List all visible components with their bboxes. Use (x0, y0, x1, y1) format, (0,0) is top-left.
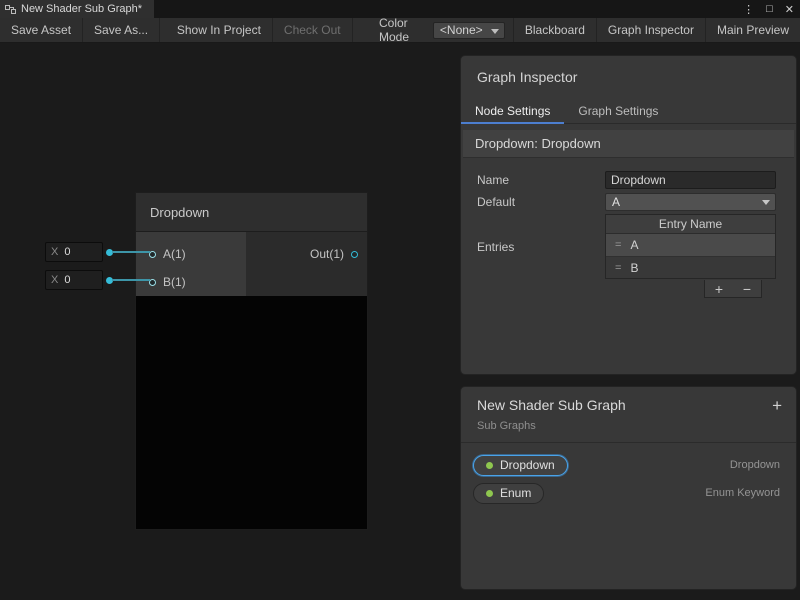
entries-footer-box: + − (704, 280, 762, 298)
property-dot-icon (486, 490, 493, 497)
maximize-icon[interactable]: □ (766, 3, 773, 15)
toolbar-right-group: Blackboard Graph Inspector Main Preview (513, 18, 800, 42)
port-label-a: A(1) (163, 247, 186, 261)
document-tab[interactable]: New Shader Sub Graph* (0, 0, 154, 18)
inspector-title: Graph Inspector (461, 56, 796, 98)
drag-handle-icon[interactable]: = (615, 262, 621, 274)
check-out-button: Check Out (273, 18, 353, 42)
node-settings-section-title: Dropdown: Dropdown (463, 130, 794, 158)
property-type: Dropdown (730, 459, 780, 471)
graph-inspector-toggle-button[interactable]: Graph Inspector (596, 18, 705, 42)
output-port[interactable]: Out(1) (310, 247, 358, 261)
input-b-value-field[interactable]: X 0 (45, 270, 103, 290)
name-field-row: Name (477, 170, 776, 190)
edge-a[interactable] (112, 251, 150, 253)
default-label: Default (477, 195, 605, 209)
property-pill-dropdown[interactable]: Dropdown (473, 455, 568, 476)
drag-handle-icon[interactable]: = (615, 239, 621, 251)
blackboard-panel: New Shader Sub Graph Sub Graphs + Dropdo… (460, 386, 797, 590)
inspector-tabs: Node Settings Graph Settings (461, 98, 796, 124)
port-label-b: B(1) (163, 275, 186, 289)
tab-title: New Shader Sub Graph* (21, 3, 142, 15)
color-mode-dropdown[interactable]: <None> (433, 22, 505, 39)
inspector-fields: Name Default A Entries Entry Name = A = … (461, 158, 796, 298)
main-preview-toggle-button[interactable]: Main Preview (705, 18, 800, 42)
color-mode-value: <None> (440, 23, 483, 37)
blackboard-subtitle: Sub Graphs (477, 420, 780, 432)
name-input[interactable] (605, 171, 776, 189)
property-type: Enum Keyword (705, 487, 780, 499)
default-field-row: Default A (477, 192, 776, 212)
tab-node-settings[interactable]: Node Settings (461, 98, 564, 123)
input-a-value[interactable]: 0 (64, 246, 70, 258)
graph-inspector-panel: Graph Inspector Node Settings Graph Sett… (460, 55, 797, 375)
input-a-value-field[interactable]: X 0 (45, 242, 103, 262)
input-port-a[interactable]: A(1) (149, 247, 186, 261)
entries-list: Entry Name = A = B (605, 214, 776, 279)
name-label: Name (477, 173, 605, 187)
port-circle-a[interactable] (149, 251, 156, 258)
dropdown-arrow-icon (491, 29, 499, 34)
add-entry-button[interactable]: + (705, 280, 733, 297)
default-dropdown[interactable]: A (605, 193, 776, 211)
property-label: Dropdown (500, 458, 555, 472)
entry-value[interactable]: B (630, 261, 638, 275)
entries-label: Entries (477, 240, 605, 254)
add-property-button[interactable]: + (772, 396, 782, 416)
port-label-out: Out(1) (310, 247, 344, 261)
menu-icon[interactable]: ⋮ (743, 3, 754, 16)
toolbar-spacer (353, 18, 370, 42)
blackboard-row-dropdown: Dropdown Dropdown (461, 451, 796, 479)
port-circle-b[interactable] (149, 279, 156, 286)
node-preview (135, 296, 368, 530)
entries-field-row: Entries Entry Name = A = B (477, 214, 776, 279)
input-a-axis-label: X (46, 246, 64, 258)
dropdown-arrow-icon (762, 200, 770, 205)
color-mode-label: Color Mode (370, 18, 433, 42)
entry-row-b[interactable]: = B (606, 256, 775, 278)
blackboard-rows: Dropdown Dropdown Enum Enum Keyword (461, 443, 796, 507)
property-dot-icon (486, 462, 493, 469)
tab-graph-settings[interactable]: Graph Settings (564, 98, 672, 123)
dropdown-node[interactable]: Dropdown A(1) B(1) Out(1) (135, 192, 368, 530)
shader-graph-icon (5, 4, 16, 15)
input-port-b[interactable]: B(1) (149, 275, 186, 289)
save-asset-button[interactable]: Save Asset (0, 18, 83, 42)
property-pill-enum[interactable]: Enum (473, 483, 544, 504)
input-b-value[interactable]: 0 (64, 274, 70, 286)
entry-row-a[interactable]: = A (606, 234, 775, 256)
default-value: A (612, 195, 620, 209)
port-circle-out[interactable] (351, 251, 358, 258)
remove-entry-button[interactable]: − (733, 280, 761, 297)
input-b-axis-label: X (46, 274, 64, 286)
node-ports: A(1) B(1) Out(1) (135, 232, 368, 296)
close-icon[interactable]: ✕ (785, 3, 794, 16)
node-header[interactable]: Dropdown (135, 192, 368, 232)
entries-list-header: Entry Name (606, 215, 775, 234)
save-as-button[interactable]: Save As... (83, 18, 160, 42)
blackboard-title: New Shader Sub Graph (477, 397, 780, 413)
toolbar: Save Asset Save As... Show In Project Ch… (0, 18, 800, 43)
edge-b[interactable] (112, 279, 150, 281)
property-label: Enum (500, 486, 531, 500)
entry-value[interactable]: A (630, 238, 638, 252)
blackboard-toggle-button[interactable]: Blackboard (513, 18, 596, 42)
node-title: Dropdown (150, 205, 209, 220)
window-controls: ⋮ □ ✕ (743, 0, 794, 18)
show-in-project-button[interactable]: Show In Project (166, 18, 273, 42)
blackboard-header: New Shader Sub Graph Sub Graphs + (461, 387, 796, 443)
blackboard-row-enum: Enum Enum Keyword (461, 479, 796, 507)
entries-list-footer: + − (477, 279, 776, 298)
